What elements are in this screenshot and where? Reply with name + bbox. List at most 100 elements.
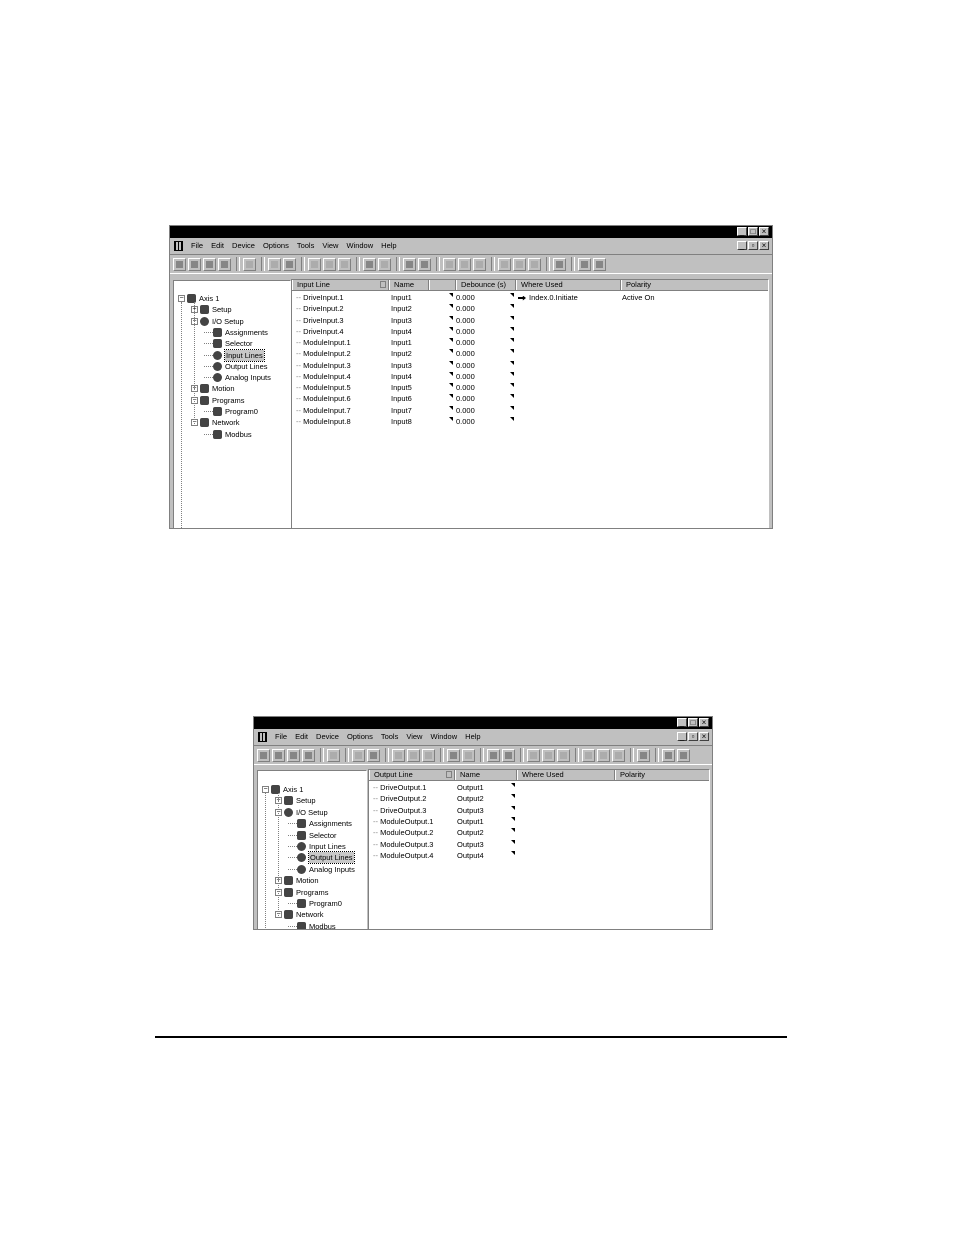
name-cell[interactable]: Output1: [457, 816, 484, 827]
search-icon[interactable]: [527, 748, 540, 762]
step-icon[interactable]: [542, 748, 555, 762]
title-bar[interactable]: _ □ ×: [254, 717, 712, 729]
table-row[interactable]: ModuleInput.7 Input7 0.000: [292, 405, 768, 416]
debounce-cell[interactable]: 0.000: [456, 303, 475, 314]
open-icon[interactable]: [188, 257, 201, 271]
column-header-name[interactable]: Name: [389, 280, 429, 290]
pause-icon[interactable]: [582, 748, 595, 762]
tree-item-motion[interactable]: + Motion: [275, 875, 319, 886]
new-icon[interactable]: [257, 748, 270, 762]
tree-item-network[interactable]: − Network: [275, 909, 324, 920]
close-button[interactable]: ×: [699, 718, 709, 727]
print-icon[interactable]: [302, 748, 315, 762]
menu-device[interactable]: Device: [228, 239, 259, 252]
tree-item-axis-1[interactable]: − Axis 1: [178, 293, 219, 304]
navigation-tree[interactable]: − Axis 1 + Setup − I/O Setup Assignments Select…: [257, 770, 367, 929]
stop-icon[interactable]: [513, 257, 526, 271]
tree-item-i-o-setup[interactable]: − I/O Setup: [275, 807, 328, 818]
navigation-tree[interactable]: − Axis 1 + Setup − I/O Setup Assignments Select…: [173, 280, 291, 528]
run-icon[interactable]: [528, 257, 541, 271]
maximize-button[interactable]: □: [688, 718, 698, 727]
column-header-output-line[interactable]: Output Line: [369, 770, 455, 780]
window-icon[interactable]: [553, 257, 566, 271]
column-header-input-line[interactable]: Input Line: [292, 280, 389, 290]
new-icon[interactable]: [173, 257, 186, 271]
tree-item-network[interactable]: − Network: [191, 417, 240, 428]
minimize-button[interactable]: _: [737, 227, 747, 236]
table-row[interactable]: ModuleInput.3 Input3 0.000: [292, 360, 768, 371]
disconnect-icon[interactable]: [323, 257, 336, 271]
tree-item-setup[interactable]: + Setup: [191, 304, 232, 315]
app-icon[interactable]: [174, 240, 183, 251]
menu-options[interactable]: Options: [259, 239, 293, 252]
mdi-close-button[interactable]: ×: [759, 241, 769, 250]
debounce-cell[interactable]: 0.000: [456, 292, 475, 303]
tree-item-output-lines[interactable]: Output Lines: [288, 851, 355, 865]
table-row[interactable]: DriveInput.3 Input3 0.000: [292, 315, 768, 326]
save-icon[interactable]: [203, 257, 216, 271]
name-cell[interactable]: Output1: [457, 782, 484, 793]
tree-item-selector[interactable]: Selector: [288, 830, 337, 841]
table-row[interactable]: ModuleOutput.2 Output2: [369, 827, 709, 838]
menu-file[interactable]: File: [271, 730, 291, 743]
name-cell[interactable]: Input1: [391, 337, 412, 348]
upload-icon[interactable]: [352, 748, 365, 762]
name-cell[interactable]: Input4: [391, 326, 412, 337]
open-icon[interactable]: [272, 748, 285, 762]
menu-device[interactable]: Device: [312, 730, 343, 743]
menu-help[interactable]: Help: [377, 239, 400, 252]
table-row[interactable]: DriveInput.2 Input2 0.000: [292, 303, 768, 314]
menu-edit[interactable]: Edit: [207, 239, 228, 252]
debounce-cell[interactable]: 0.000: [456, 326, 475, 337]
table-row[interactable]: ModuleInput.1 Input1 0.000: [292, 337, 768, 348]
table-row[interactable]: ModuleOutput.3 Output3: [369, 839, 709, 850]
menu-tools[interactable]: Tools: [377, 730, 403, 743]
table-row[interactable]: ModuleOutput.4 Output4: [369, 850, 709, 861]
debounce-cell[interactable]: 0.000: [456, 382, 475, 393]
title-bar[interactable]: _ □ ×: [170, 226, 772, 238]
menu-help[interactable]: Help: [461, 730, 484, 743]
table-row[interactable]: ModuleInput.5 Input5 0.000: [292, 382, 768, 393]
debounce-cell[interactable]: 0.000: [456, 315, 475, 326]
tree-item-assignments[interactable]: Assignments: [204, 327, 268, 338]
watch-icon[interactable]: [557, 748, 570, 762]
table-row[interactable]: ModuleInput.4 Input4 0.000: [292, 371, 768, 382]
properties-icon[interactable]: [327, 748, 340, 762]
name-cell[interactable]: Input5: [391, 382, 412, 393]
save-icon[interactable]: [287, 748, 300, 762]
name-cell[interactable]: Input2: [391, 303, 412, 314]
debounce-cell[interactable]: 0.000: [456, 337, 475, 348]
name-cell[interactable]: Input3: [391, 315, 412, 326]
tree-item-analog-inputs[interactable]: Analog Inputs: [288, 864, 355, 875]
upload-icon[interactable]: [268, 257, 281, 271]
build-icon[interactable]: [502, 748, 515, 762]
mdi-restore-button[interactable]: ▫: [748, 241, 758, 250]
tree-item-i-o-setup[interactable]: − I/O Setup: [191, 316, 244, 327]
properties-icon[interactable]: [243, 257, 256, 271]
pause-icon[interactable]: [498, 257, 511, 271]
tree-item-axis-1[interactable]: − Axis 1: [262, 784, 303, 795]
debounce-cell[interactable]: 0.000: [456, 360, 475, 371]
insert-icon[interactable]: [447, 748, 460, 762]
column-header-name[interactable]: Name: [455, 770, 517, 780]
remove-icon[interactable]: [462, 748, 475, 762]
tree-item-programs[interactable]: − Programs: [191, 395, 245, 406]
debounce-cell[interactable]: 0.000: [456, 393, 475, 404]
table-row[interactable]: DriveOutput.3 Output3: [369, 805, 709, 816]
table-row[interactable]: ModuleInput.8 Input8 0.000: [292, 416, 768, 427]
debounce-cell[interactable]: 0.000: [456, 371, 475, 382]
column-header-polarity[interactable]: Polarity: [615, 770, 709, 780]
connect-icon[interactable]: [392, 748, 405, 762]
name-cell[interactable]: Output2: [457, 793, 484, 804]
window-icon[interactable]: [637, 748, 650, 762]
column-header-debounce[interactable]: Debounce (s): [456, 280, 516, 290]
context-help-icon[interactable]: [593, 257, 606, 271]
tree-item-program0[interactable]: Program0: [204, 406, 258, 417]
mdi-close-button[interactable]: ×: [699, 732, 709, 741]
name-cell[interactable]: Input7: [391, 405, 412, 416]
menu-tools[interactable]: Tools: [293, 239, 319, 252]
download-icon[interactable]: [283, 257, 296, 271]
close-button[interactable]: ×: [759, 227, 769, 236]
debounce-cell[interactable]: 0.000: [456, 348, 475, 359]
step-icon[interactable]: [458, 257, 471, 271]
